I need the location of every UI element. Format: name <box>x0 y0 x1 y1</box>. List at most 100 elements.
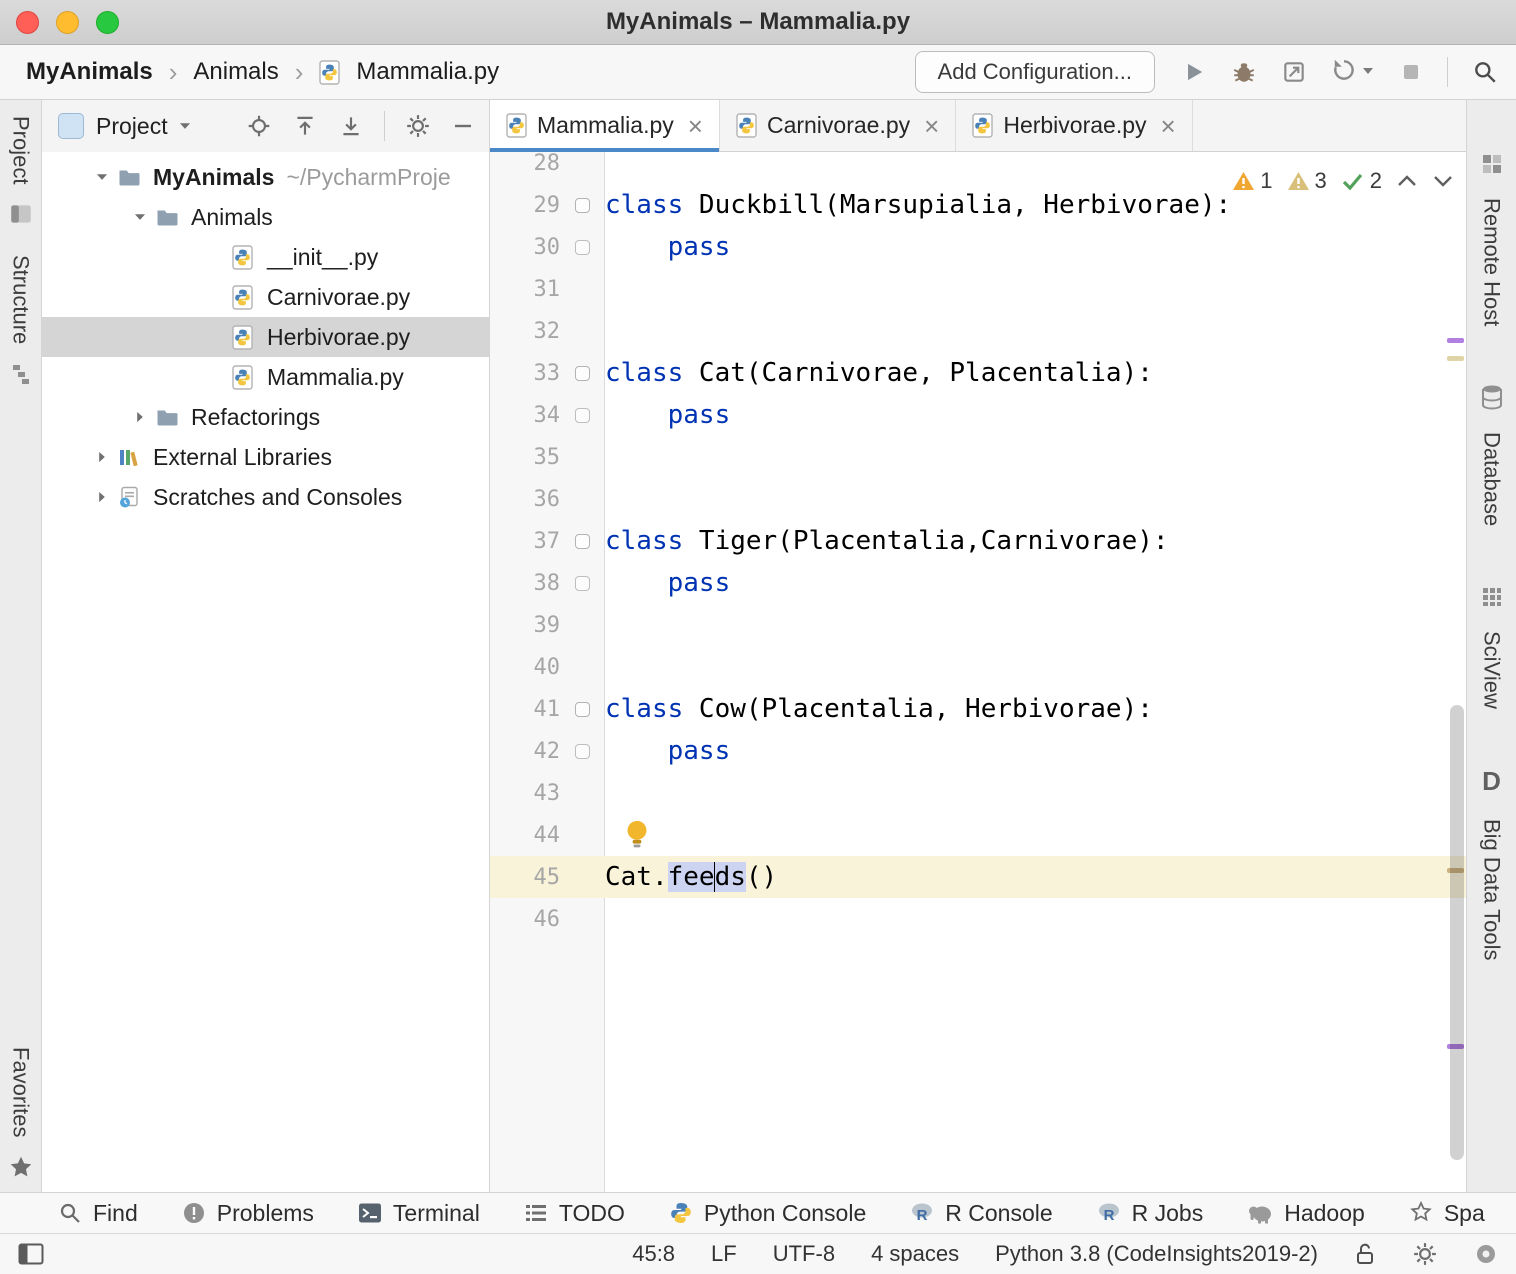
tool-button-r-jobs[interactable]: RR Jobs <box>1097 1200 1204 1227</box>
code-line-46[interactable]: 46 <box>490 898 1466 940</box>
tool-button-structure[interactable]: Structure <box>8 255 34 349</box>
toolwindow-toggle-icon[interactable] <box>18 1243 44 1265</box>
fold-marker-icon[interactable] <box>575 702 590 717</box>
code-line-44[interactable]: 44 <box>490 814 1466 856</box>
tab-herbivorae-py[interactable]: Herbivorae.py × <box>956 100 1192 151</box>
expand-all-icon[interactable] <box>292 113 318 139</box>
tree-item-carnivorae-py[interactable]: Carnivorae.py <box>42 277 489 317</box>
breadcrumb-file[interactable]: Mammalia.py <box>356 58 499 86</box>
debug-icon[interactable] <box>1231 59 1257 85</box>
lock-icon[interactable] <box>1354 1242 1376 1266</box>
close-window-button[interactable] <box>16 11 39 34</box>
caret-position[interactable]: 45:8 <box>632 1241 675 1267</box>
close-tab-icon[interactable]: × <box>688 113 703 139</box>
tool-button-todo[interactable]: TODO <box>524 1200 625 1227</box>
fold-marker-icon[interactable] <box>575 366 590 381</box>
chevron-down-icon[interactable] <box>124 208 156 226</box>
inspections-status-icon[interactable] <box>1474 1242 1498 1266</box>
breadcrumb-package[interactable]: Animals <box>193 58 278 86</box>
tree-item-animals[interactable]: Animals <box>42 197 489 237</box>
close-tab-icon[interactable]: × <box>924 113 939 139</box>
add-configuration-button[interactable]: Add Configuration... <box>915 51 1155 93</box>
code-line-30[interactable]: 30 pass <box>490 226 1466 268</box>
run-icon[interactable] <box>1181 59 1207 85</box>
intention-bulb-icon[interactable] <box>622 818 652 855</box>
collapse-all-icon[interactable] <box>338 113 364 139</box>
tool-button-remote-host[interactable]: Remote Host <box>1479 140 1505 326</box>
tab-mammalia-py[interactable]: Mammalia.py × <box>490 100 720 151</box>
fold-marker-icon[interactable] <box>575 576 590 591</box>
scrollbar-thumb[interactable] <box>1450 705 1464 1160</box>
locate-file-icon[interactable] <box>246 113 272 139</box>
gear-icon[interactable] <box>405 113 431 139</box>
tool-button-sciview[interactable]: SciView <box>1479 573 1505 709</box>
passed-indicator[interactable]: 2 <box>1341 168 1382 194</box>
tree-item-scratches-and-consoles[interactable]: Scratches and Consoles <box>42 477 489 517</box>
fold-marker-icon[interactable] <box>575 744 590 759</box>
code-line-35[interactable]: 35 <box>490 436 1466 478</box>
tab-carnivorae-py[interactable]: Carnivorae.py × <box>720 100 956 151</box>
code-line-41[interactable]: 41class Cow(Placentalia, Herbivorae): <box>490 688 1466 730</box>
structure-icon[interactable] <box>9 362 33 386</box>
favorites-star-icon[interactable] <box>8 1154 34 1180</box>
fold-marker-icon[interactable] <box>575 408 590 423</box>
tree-item-init-py[interactable]: __init__.py <box>42 237 489 277</box>
tool-button-python-console[interactable]: Python Console <box>669 1200 866 1227</box>
tool-button-favorites[interactable]: Favorites <box>8 1047 34 1142</box>
indent-setting[interactable]: 4 spaces <box>871 1241 959 1267</box>
line-separator[interactable]: LF <box>711 1241 737 1267</box>
file-encoding[interactable]: UTF-8 <box>773 1241 835 1267</box>
stop-icon[interactable] <box>1399 60 1423 84</box>
code-editor[interactable]: 2829class Duckbill(Marsupialia, Herbivor… <box>490 152 1466 1192</box>
code-line-39[interactable]: 39 <box>490 604 1466 646</box>
zoom-window-button[interactable] <box>96 11 119 34</box>
prev-problem-icon[interactable] <box>1396 174 1418 188</box>
code-line-45[interactable]: 45Cat.feeds() <box>490 856 1466 898</box>
warnings-indicator[interactable]: 1 <box>1232 168 1272 194</box>
code-line-31[interactable]: 31 <box>490 268 1466 310</box>
tool-button-big-data-tools[interactable]: D Big Data Tools <box>1479 754 1505 960</box>
next-problem-icon[interactable] <box>1432 174 1454 188</box>
python-interpreter[interactable]: Python 3.8 (CodeInsights2019-2) <box>995 1241 1318 1267</box>
project-tool-icon[interactable] <box>8 201 34 227</box>
tree-item-herbivorae-py[interactable]: Herbivorae.py <box>42 317 489 357</box>
tree-item-mammalia-py[interactable]: Mammalia.py <box>42 357 489 397</box>
close-tab-icon[interactable]: × <box>1161 113 1176 139</box>
fold-marker-icon[interactable] <box>575 240 590 255</box>
code-line-32[interactable]: 32 <box>490 310 1466 352</box>
code-line-43[interactable]: 43 <box>490 772 1466 814</box>
tool-button-problems[interactable]: Problems <box>182 1200 314 1227</box>
coverage-icon[interactable] <box>1281 59 1307 85</box>
chevron-right-icon[interactable] <box>86 448 118 466</box>
tool-button-hadoop[interactable]: Hadoop <box>1247 1200 1365 1227</box>
code-line-37[interactable]: 37class Tiger(Placentalia,Carnivorae): <box>490 520 1466 562</box>
code-line-42[interactable]: 42 pass <box>490 730 1466 772</box>
tool-button-find[interactable]: Find <box>58 1200 138 1227</box>
fold-marker-icon[interactable] <box>575 534 590 549</box>
chevron-down-icon[interactable] <box>86 168 118 186</box>
search-everywhere-icon[interactable] <box>1472 59 1498 85</box>
chevron-down-icon[interactable] <box>176 117 194 135</box>
tree-item-myanimals[interactable]: MyAnimals~/PycharmProje <box>42 157 489 197</box>
tool-button-project[interactable]: Project <box>8 116 34 189</box>
rerun-button[interactable] <box>1331 57 1375 88</box>
tool-button-terminal[interactable]: Terminal <box>358 1200 480 1227</box>
interpreter-settings-icon[interactable] <box>1412 1241 1438 1267</box>
tool-button-spa[interactable]: Spa <box>1409 1200 1485 1227</box>
breadcrumb-project[interactable]: MyAnimals <box>26 58 153 86</box>
tool-button-database[interactable]: Database <box>1479 372 1505 526</box>
minimize-window-button[interactable] <box>56 11 79 34</box>
code-line-38[interactable]: 38 pass <box>490 562 1466 604</box>
code-line-36[interactable]: 36 <box>490 478 1466 520</box>
weak-warnings-indicator[interactable]: 3 <box>1287 168 1327 194</box>
fold-marker-icon[interactable] <box>575 198 590 213</box>
code-line-40[interactable]: 40 <box>490 646 1466 688</box>
chevron-right-icon[interactable] <box>86 488 118 506</box>
code-line-34[interactable]: 34 pass <box>490 394 1466 436</box>
chevron-right-icon[interactable] <box>124 408 156 426</box>
hide-panel-icon[interactable] <box>451 114 475 138</box>
code-line-33[interactable]: 33class Cat(Carnivorae, Placentalia): <box>490 352 1466 394</box>
tool-button-r-console[interactable]: RR Console <box>910 1200 1052 1227</box>
tree-item-refactorings[interactable]: Refactorings <box>42 397 489 437</box>
tree-item-external-libraries[interactable]: External Libraries <box>42 437 489 477</box>
